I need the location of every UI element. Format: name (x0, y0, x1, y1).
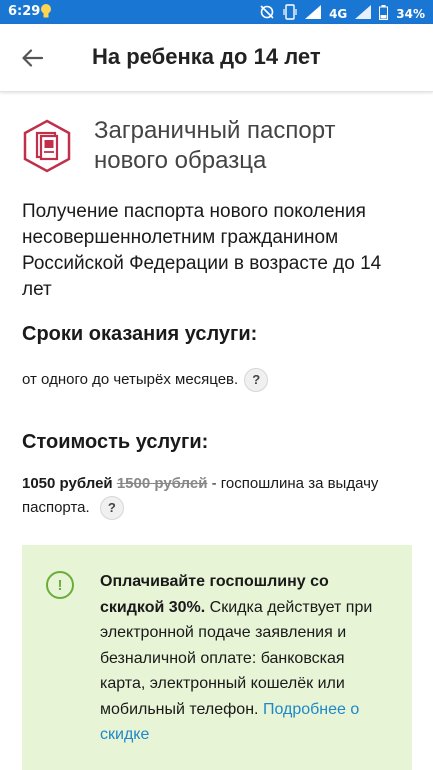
terms-line: от одного до четырёх месяцев. ? (22, 367, 422, 393)
status-time: 6:29 (8, 4, 41, 19)
sync-off-icon (259, 4, 275, 24)
signal-icon-2 (355, 5, 372, 23)
terms-help-button[interactable]: ? (244, 368, 269, 392)
terms-heading: Сроки оказания услуги: (22, 323, 258, 345)
status-bar: 6:29 4G 34% (0, 0, 433, 24)
service-description: Получение паспорта нового поколения несо… (22, 201, 382, 300)
cost-text: 1050 рублей 1500 рублей - госпошлина за … (22, 472, 402, 520)
lightbulb-icon (40, 3, 52, 23)
network-type: 4G (329, 7, 348, 21)
passport-icon (22, 119, 72, 173)
vibrate-icon (283, 4, 297, 24)
cost-heading: Стоимость услуги: (22, 431, 209, 453)
battery-icon (379, 4, 389, 24)
service-title: Заграничный паспорт нового образца (94, 117, 336, 174)
discount-text: Оплачивайте госпошлину со скидкой 30%. С… (100, 569, 390, 748)
terms-text: от одного до четырёх месяцев. (22, 371, 239, 388)
price-old: 1500 рублей (116, 475, 208, 492)
cost-help-button[interactable]: ? (99, 496, 124, 520)
back-button[interactable] (12, 38, 52, 78)
arrow-left-icon (22, 49, 43, 67)
signal-icon (305, 5, 322, 23)
page-title: На ребенка до 14 лет (92, 44, 321, 69)
discount-banner: ! Оплачивайте госпошлину со скидкой 30%.… (22, 545, 412, 770)
exclamation-icon: ! (46, 571, 74, 599)
battery-percent: 34% (396, 7, 425, 21)
app-bar: На ребенка до 14 лет (0, 24, 433, 92)
price-current: 1050 рублей (22, 475, 113, 492)
